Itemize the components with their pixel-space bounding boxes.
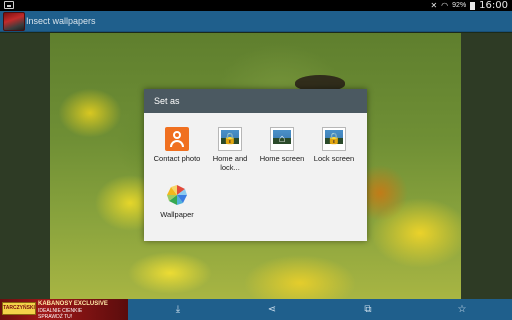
contact-icon — [165, 127, 189, 151]
lock-screen-icon: 🔒 — [322, 127, 346, 151]
status-icons: ✕ ◠ 92% 16:00 — [430, 0, 508, 11]
ad-banner[interactable]: TARCZYŃSKI KABANOSY EXCLUSIVE IDEALNIE C… — [0, 299, 128, 320]
option-label: Wallpaper — [160, 210, 194, 219]
dialog-title: Set as — [144, 89, 367, 113]
option-wallpaper[interactable]: Wallpaper — [149, 183, 205, 219]
option-label: Home and lock... — [212, 154, 248, 172]
battery-icon — [470, 1, 476, 10]
mute-icon: ✕ — [430, 1, 438, 10]
download-icon[interactable]: ⤓ — [168, 299, 188, 320]
set-as-dialog: Set as Contact photo 🔒 Home and lock... … — [144, 89, 367, 241]
ad-cta: SPRAWDŹ TU! — [38, 314, 73, 320]
option-home-screen[interactable]: ⌂ Home screen — [254, 127, 310, 163]
option-label: Home screen — [259, 154, 305, 163]
star-icon[interactable]: ☆ — [452, 299, 472, 320]
insect-app-icon[interactable] — [3, 12, 25, 31]
share-icon[interactable]: ⋖ — [262, 299, 282, 320]
option-home-and-lock[interactable]: 🔒 Home and lock... — [202, 127, 258, 172]
option-lock-screen[interactable]: 🔒 Lock screen — [306, 127, 362, 163]
battery-percent: 92% — [452, 2, 467, 9]
action-bar: Insect wallpapers — [0, 11, 512, 32]
home-lock-icon: 🔒 — [218, 127, 242, 151]
option-contact-photo[interactable]: Contact photo — [149, 127, 205, 163]
status-bar: ✕ ◠ 92% 16:00 — [0, 0, 512, 11]
option-label: Contact photo — [153, 154, 201, 163]
wallpaper-icon — [165, 183, 189, 207]
ad-headline: KABANOSY EXCLUSIVE — [38, 301, 108, 307]
ad-brand-badge: TARCZYŃSKI — [2, 302, 36, 315]
app-title: Insect wallpapers — [26, 16, 96, 26]
home-screen-icon: ⌂ — [270, 127, 294, 151]
dialog-options: Contact photo 🔒 Home and lock... ⌂ Home … — [144, 113, 367, 241]
crop-icon[interactable]: ⧉ — [358, 299, 378, 320]
wifi-icon: ◠ — [441, 1, 449, 10]
bottom-bar: TARCZYŃSKI KABANOSY EXCLUSIVE IDEALNIE C… — [0, 299, 512, 320]
gallery-icon — [4, 1, 14, 9]
option-label: Lock screen — [313, 154, 355, 163]
clock: 16:00 — [479, 0, 508, 11]
